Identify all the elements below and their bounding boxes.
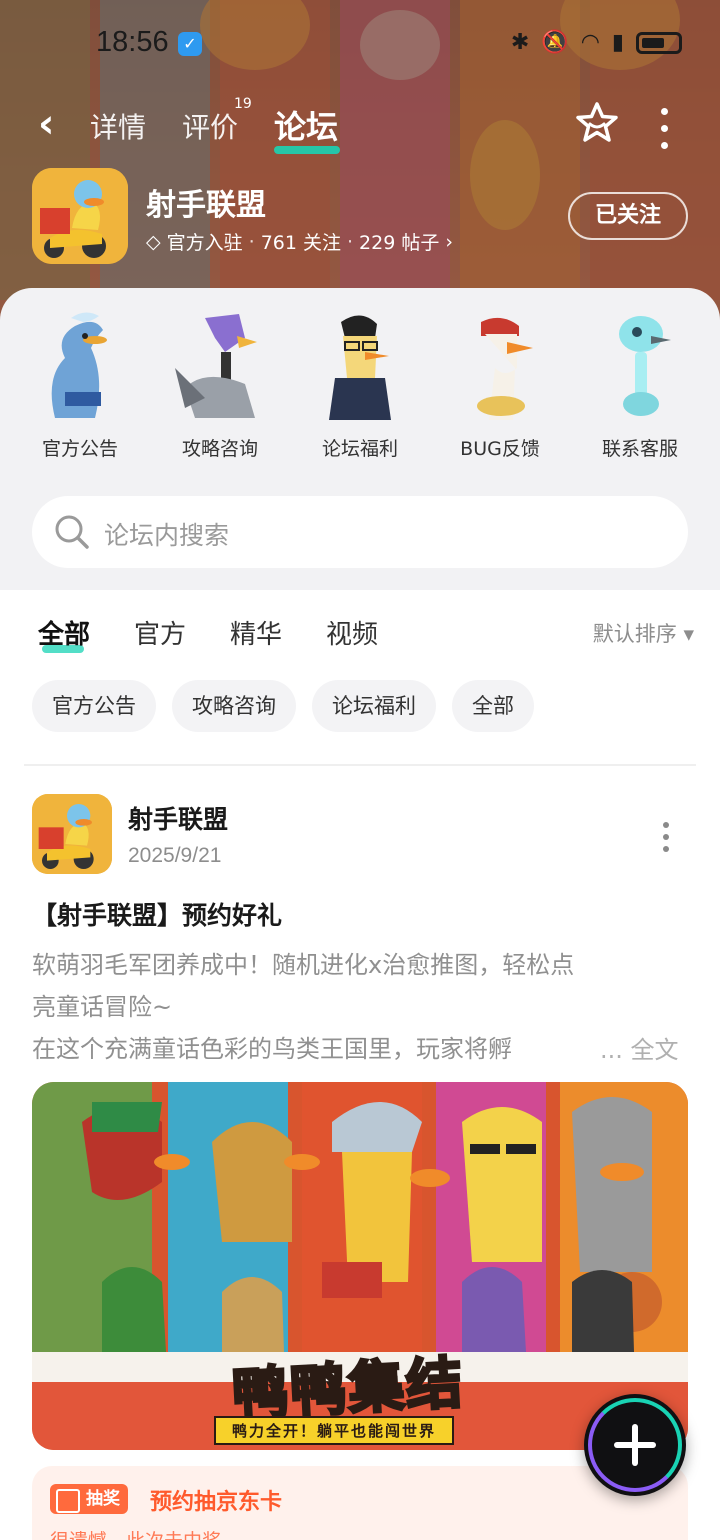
feed-tabs: 全部 官方 精华 视频 默认排序 ▾ (0, 600, 720, 664)
tab-detail[interactable]: 详情 (90, 106, 146, 146)
post-body[interactable]: 软萌羽毛军团养成中！随机进化x治愈推图，轻松点 亮童话冒险~ 在这个充满童话色彩… (32, 944, 688, 1070)
game-app-icon[interactable] (32, 168, 128, 264)
post-image[interactable]: 鸭鸭集结 鸭力全开！躺平也能闯世界 (32, 1082, 688, 1450)
game-title: 射手联盟 (146, 188, 266, 223)
search-placeholder: 论坛内搜索 (104, 521, 230, 550)
read-full-link[interactable]: ... 全文 (596, 1030, 679, 1065)
shortcut-forum-welfare[interactable]: 论坛福利 (300, 308, 420, 461)
tab-review[interactable]: 评价 19 (182, 96, 252, 146)
chip-forum-welfare[interactable]: 论坛福利 (312, 680, 436, 732)
shortcut-official-notice[interactable]: 官方公告 (20, 308, 140, 461)
avatar[interactable] (32, 794, 112, 874)
feed-tab-official[interactable]: 官方 (134, 614, 186, 651)
forum-search-bar[interactable]: 论坛内搜索 (32, 496, 688, 568)
security-app-icon: ✓ (178, 32, 202, 56)
post-more-icon[interactable] (660, 822, 672, 852)
tab-review-label: 评价 (182, 111, 239, 144)
shortcut-customer-service[interactable]: 联系客服 (580, 308, 700, 461)
image-subline: 鸭力全开！躺平也能闯世界 (214, 1416, 455, 1445)
status-bar: 18:56 ✓ ✱ 🔕 ◠ ▮ (0, 22, 720, 66)
search-icon (52, 512, 92, 552)
chevron-right-icon: › (445, 230, 453, 253)
back-chevron-icon[interactable]: ‹ (38, 102, 54, 146)
suit-duck-icon (305, 308, 415, 428)
followed-button[interactable]: 已关注 (568, 192, 688, 240)
forum-panel: 官方公告 攻略咨询 论坛福利 BUG反馈 联系客服 论坛内搜索 (0, 288, 720, 590)
shortcut-label: 联系客服 (601, 438, 678, 460)
post-body-line: 在这个充满童话色彩的鸟类王国里，玩家将孵 (32, 1035, 512, 1063)
review-count-badge: 19 (234, 96, 252, 112)
wifi-icon: ◠ (580, 30, 600, 55)
chip-official-notice[interactable]: 官方公告 (32, 680, 156, 732)
lottery-badge: 抽奖 (50, 1484, 128, 1514)
mech-bird-icon (165, 308, 275, 428)
divider (24, 764, 696, 766)
shortcut-label: 攻略咨询 (181, 438, 258, 460)
tab-forum[interactable]: 论坛 (274, 102, 341, 154)
skeleton-bird-icon (585, 308, 695, 428)
chip-strategy[interactable]: 攻略咨询 (172, 680, 296, 732)
lottery-result: 很遗憾，此次未中奖 (50, 1526, 221, 1540)
sort-dropdown[interactable]: 默认排序 ▾ (593, 618, 694, 648)
mute-bell-icon: 🔕 (541, 30, 569, 55)
more-vertical-icon[interactable] (650, 104, 678, 149)
post-author[interactable]: 射手联盟 (128, 800, 228, 836)
post-body-line: 软萌羽毛军团养成中！随机进化x治愈推图，轻松点 (32, 951, 575, 979)
bluetooth-icon: ✱ (510, 30, 530, 55)
forum-shortcuts: 官方公告 攻略咨询 论坛福利 BUG反馈 联系客服 (0, 308, 720, 461)
top-nav: ‹ 详情 评价 19 论坛 (0, 96, 720, 156)
feed-tab-video[interactable]: 视频 (326, 614, 378, 651)
post-count: 229 帖子 (359, 232, 440, 254)
post-date: 2025/9/21 (128, 844, 222, 867)
post-body-line: 亮童话冒险~ (32, 993, 173, 1021)
category-chips: 官方公告 攻略咨询 论坛福利 全部 (32, 680, 534, 732)
chip-all[interactable]: 全部 (452, 680, 534, 732)
official-label: 官方入驻 (166, 232, 243, 254)
shortcut-label: BUG反馈 (460, 438, 540, 460)
lottery-card[interactable]: 抽奖 预约抽京东卡 很遗憾，此次未中奖 (32, 1466, 688, 1540)
heron-mascot-icon (25, 308, 135, 428)
diamond-icon: ◇ (146, 230, 161, 253)
status-time: 18:56 (96, 26, 169, 58)
feed-tab-featured[interactable]: 精华 (230, 614, 282, 651)
create-post-button[interactable] (584, 1394, 686, 1496)
feed-tab-all[interactable]: 全部 (38, 614, 90, 653)
shortcut-strategy[interactable]: 攻略咨询 (160, 308, 280, 461)
favorite-star-icon[interactable] (574, 100, 620, 146)
shortcut-label: 论坛福利 (321, 438, 398, 460)
battery-icon (636, 31, 682, 54)
post-title[interactable]: 【射手联盟】预约好礼 (32, 896, 282, 932)
shortcut-label: 官方公告 (41, 438, 118, 460)
shortcut-bug-report[interactable]: BUG反馈 (440, 308, 560, 461)
follow-count: 761 关注 (260, 232, 341, 254)
game-meta[interactable]: ◇ 官方入驻 · 761 关注 · 229 帖子 › (146, 228, 453, 255)
game-header: 射手联盟 ◇ 官方入驻 · 761 关注 · 229 帖子 › 已关注 (0, 166, 720, 266)
lottery-title: 预约抽京东卡 (150, 1490, 283, 1515)
sim-icon: ▮ (611, 30, 624, 55)
goose-bandana-icon (445, 308, 555, 428)
